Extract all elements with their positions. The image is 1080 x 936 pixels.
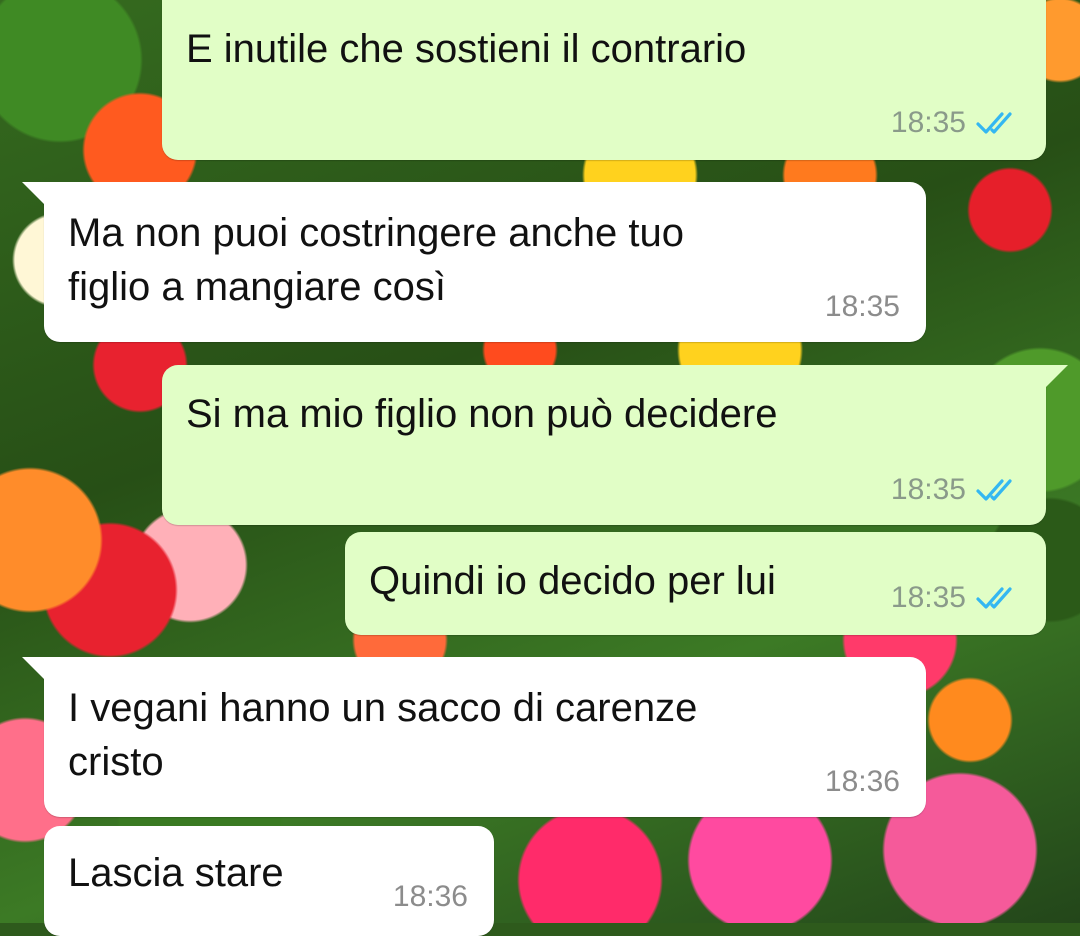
message-text: I vegani hanno un sacco di carenze crist… xyxy=(68,686,698,784)
double-check-icon xyxy=(976,112,1012,134)
message-text: Si ma mio figlio non può decidere xyxy=(186,392,778,436)
message-bubble-outgoing[interactable]: Quindi io decido per lui 18:35 xyxy=(345,532,1046,635)
message-bubble-outgoing[interactable]: E inutile che sostieni il contrario 18:3… xyxy=(162,0,1046,160)
message-time: 18:35 xyxy=(890,473,966,506)
message-text: Lascia stare xyxy=(68,851,284,895)
double-check-icon xyxy=(976,479,1012,501)
bubble-tail xyxy=(22,657,48,683)
message-time: 18:36 xyxy=(392,880,468,913)
message-time: 18:35 xyxy=(824,290,900,323)
double-check-icon xyxy=(976,587,1012,609)
message-bubble-incoming[interactable]: I vegani hanno un sacco di carenze crist… xyxy=(22,657,926,817)
message-time: 18:36 xyxy=(824,765,900,798)
message-text: E inutile che sostieni il contrario xyxy=(186,27,747,71)
message-bubble-incoming[interactable]: Lascia stare 18:36 xyxy=(44,826,494,936)
message-time: 18:35 xyxy=(890,581,966,614)
bubble-tail xyxy=(1042,365,1068,391)
message-bubble-incoming[interactable]: Ma non puoi costringere anche tuo figlio… xyxy=(22,182,926,342)
message-time: 18:35 xyxy=(890,106,966,139)
message-meta: 18:35 xyxy=(891,106,1020,140)
message-bubble-outgoing[interactable]: Si ma mio figlio non può decidere 18:35 xyxy=(162,365,1068,525)
message-meta: 18:35 xyxy=(891,473,1020,507)
message-text: Quindi io decido per lui xyxy=(369,559,776,603)
message-meta: 18:35 xyxy=(825,290,900,324)
message-meta: 18:35 xyxy=(891,581,1020,615)
message-meta: 18:36 xyxy=(393,880,468,914)
bubble-tail xyxy=(22,182,48,208)
message-meta: 18:36 xyxy=(825,765,900,799)
message-text: Ma non puoi costringere anche tuo figlio… xyxy=(68,211,684,309)
